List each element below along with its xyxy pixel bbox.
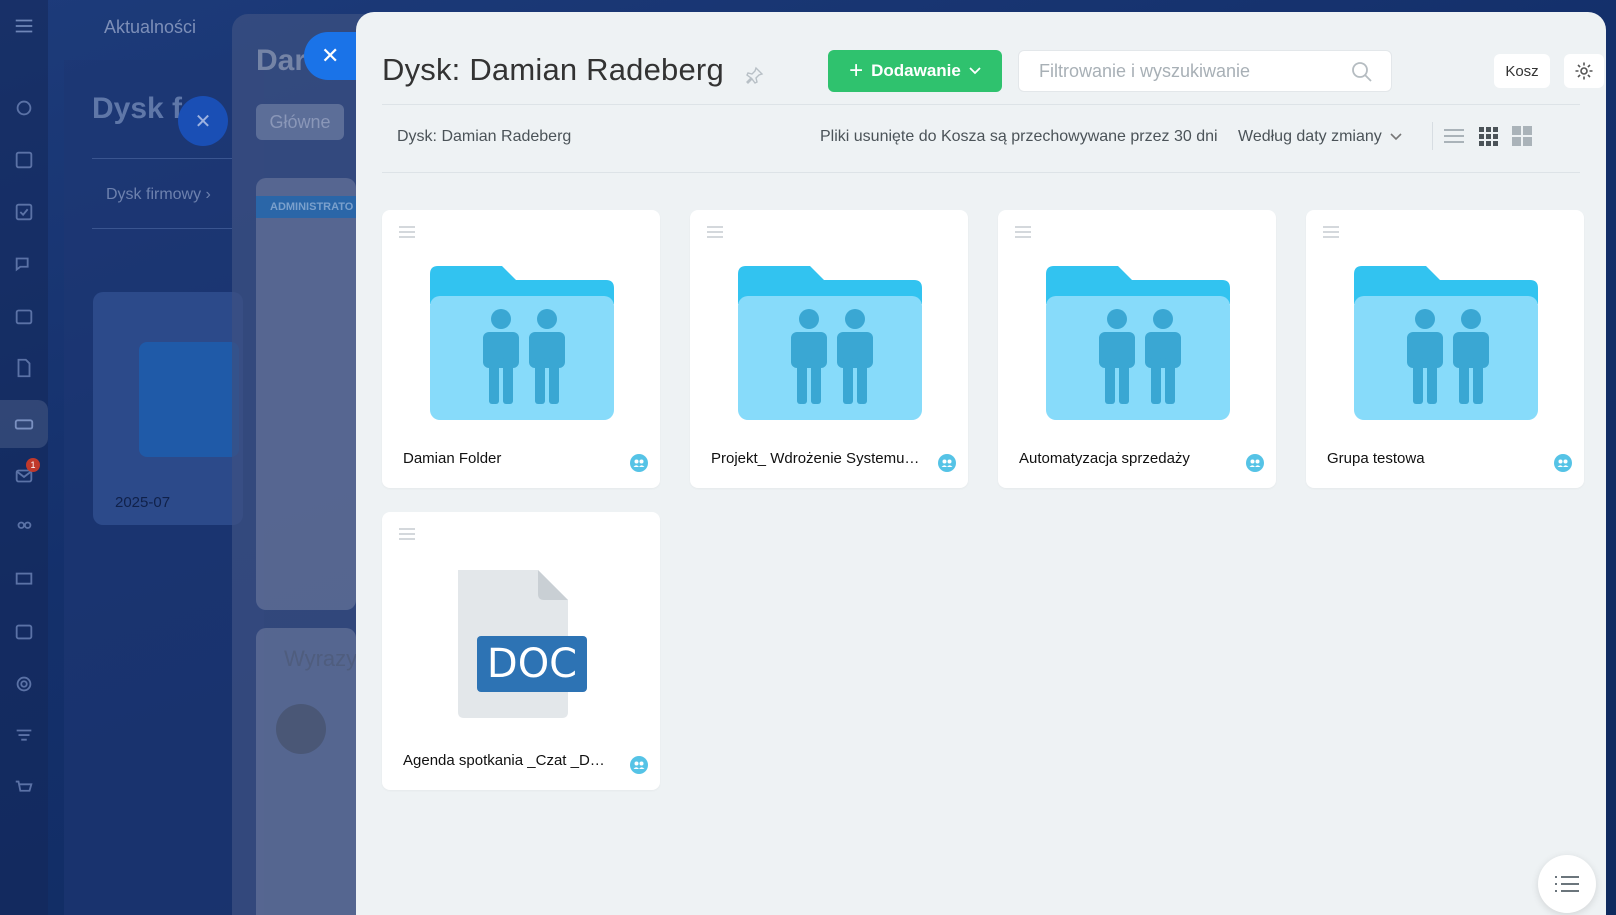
divider [92,228,232,229]
drive-icon[interactable] [12,412,36,436]
chevron-down-icon [969,67,981,75]
folder-card[interactable]: Projekt_ Wdrożenie Systemu C... [690,210,968,488]
background-block [256,178,356,610]
document-icon[interactable] [12,356,36,380]
chat-icon[interactable] [12,252,36,276]
background-admin-label: ADMINISTRATO [256,196,356,218]
add-button-label: Dodawanie [871,61,961,80]
group-folder-icon [430,266,614,420]
background-close-icon[interactable]: ✕ [178,96,228,146]
folder-card[interactable]: Grupa testowa [1306,210,1584,488]
background-breadcrumb[interactable]: Dysk firmowy › [106,186,211,204]
cart-icon[interactable] [12,776,36,800]
funnel-icon[interactable] [12,724,36,748]
news-icon[interactable] [12,148,36,172]
item-name: Damian Folder [403,450,502,467]
gear-icon [1575,62,1593,80]
drag-handle-icon[interactable] [398,224,416,240]
large-tiles-view-icon[interactable] [1510,124,1534,148]
drag-handle-icon[interactable] [398,526,416,542]
feed-icon[interactable] [12,96,36,120]
list-view-icon[interactable] [1442,124,1466,148]
item-name: Agenda spotkania _Czat _Doro... [403,752,613,769]
trash-retention-info: Pliki usunięte do Kosza są przechowywane… [820,128,1218,145]
mail-badge: 1 [26,458,40,472]
page-title: Dysk: Damian Radeberg [382,52,724,87]
shared-icon [1246,454,1264,472]
background-panel-title: Dysk f [92,92,183,125]
background-block-title: Wyrazy [284,646,358,671]
drag-handle-icon[interactable] [1014,224,1032,240]
chevron-down-icon [1390,133,1402,141]
shared-icon [1554,454,1572,472]
group-folder-icon [1354,266,1538,420]
search-icon[interactable] [1351,61,1373,83]
search-box [1018,50,1392,92]
background-tab-main[interactable]: Główne [256,104,344,140]
drive-panel: Dysk: Damian Radeberg + Dodawanie Kosz D… [356,12,1606,915]
background-folder-card: 2025-07 [93,292,243,525]
quick-menu-button[interactable] [1538,855,1596,913]
close-icon: ✕ [321,43,340,68]
settings-button[interactable] [1564,54,1604,88]
item-name: Grupa testowa [1327,450,1425,467]
employees-icon[interactable] [12,516,36,540]
group-folder-icon [738,266,922,420]
target-icon[interactable] [12,672,36,696]
folder-card[interactable]: Automatyzacja sprzedaży [998,210,1276,488]
item-name: Automatyzacja sprzedaży [1019,450,1190,467]
group-folder-icon [1046,266,1230,420]
left-rail: 1 [0,0,48,915]
divider [92,158,232,159]
presentation-icon[interactable] [12,568,36,592]
grid-view-icon[interactable] [1476,124,1500,148]
pin-icon[interactable] [744,66,764,86]
tasks-icon[interactable] [12,200,36,224]
drag-handle-icon[interactable] [1322,224,1340,240]
doc-badge-label: DOC [486,641,578,687]
item-name: Projekt_ Wdrożenie Systemu C... [711,450,921,467]
avatar [276,704,326,754]
search-input[interactable] [1039,51,1339,91]
drag-handle-icon[interactable] [706,224,724,240]
shared-icon [938,454,956,472]
background-panel-title: Dar [256,44,307,77]
panel-header: Dysk: Damian Radeberg + Dodawanie Kosz [382,38,1604,98]
list-menu-icon [1555,876,1579,892]
nav-item-news[interactable]: Aktualności [104,17,196,38]
sort-label: Według daty zmiany [1238,128,1382,145]
divider [382,172,1580,173]
calendar-icon[interactable] [12,304,36,328]
add-button[interactable]: + Dodawanie [828,50,1002,92]
document-card[interactable]: DOC Agenda spotkania _Czat _Doro... [382,512,660,790]
divider [1432,122,1433,150]
close-panel-button[interactable]: ✕ [304,32,360,80]
shared-icon [630,454,648,472]
trash-button[interactable]: Kosz [1494,54,1550,88]
folder-card[interactable]: Damian Folder [382,210,660,488]
contacts-icon[interactable] [12,620,36,644]
background-folder-label: 2025-07 [115,494,171,511]
plus-icon: + [849,57,864,84]
folder-icon [139,342,239,457]
shared-icon [630,756,648,774]
sort-dropdown[interactable]: Według daty zmiany [1238,128,1402,146]
toolbar: Dysk: Damian Radeberg Pliki usunięte do … [382,104,1580,172]
menu-icon[interactable] [12,14,36,38]
breadcrumb[interactable]: Dysk: Damian Radeberg [397,128,571,146]
